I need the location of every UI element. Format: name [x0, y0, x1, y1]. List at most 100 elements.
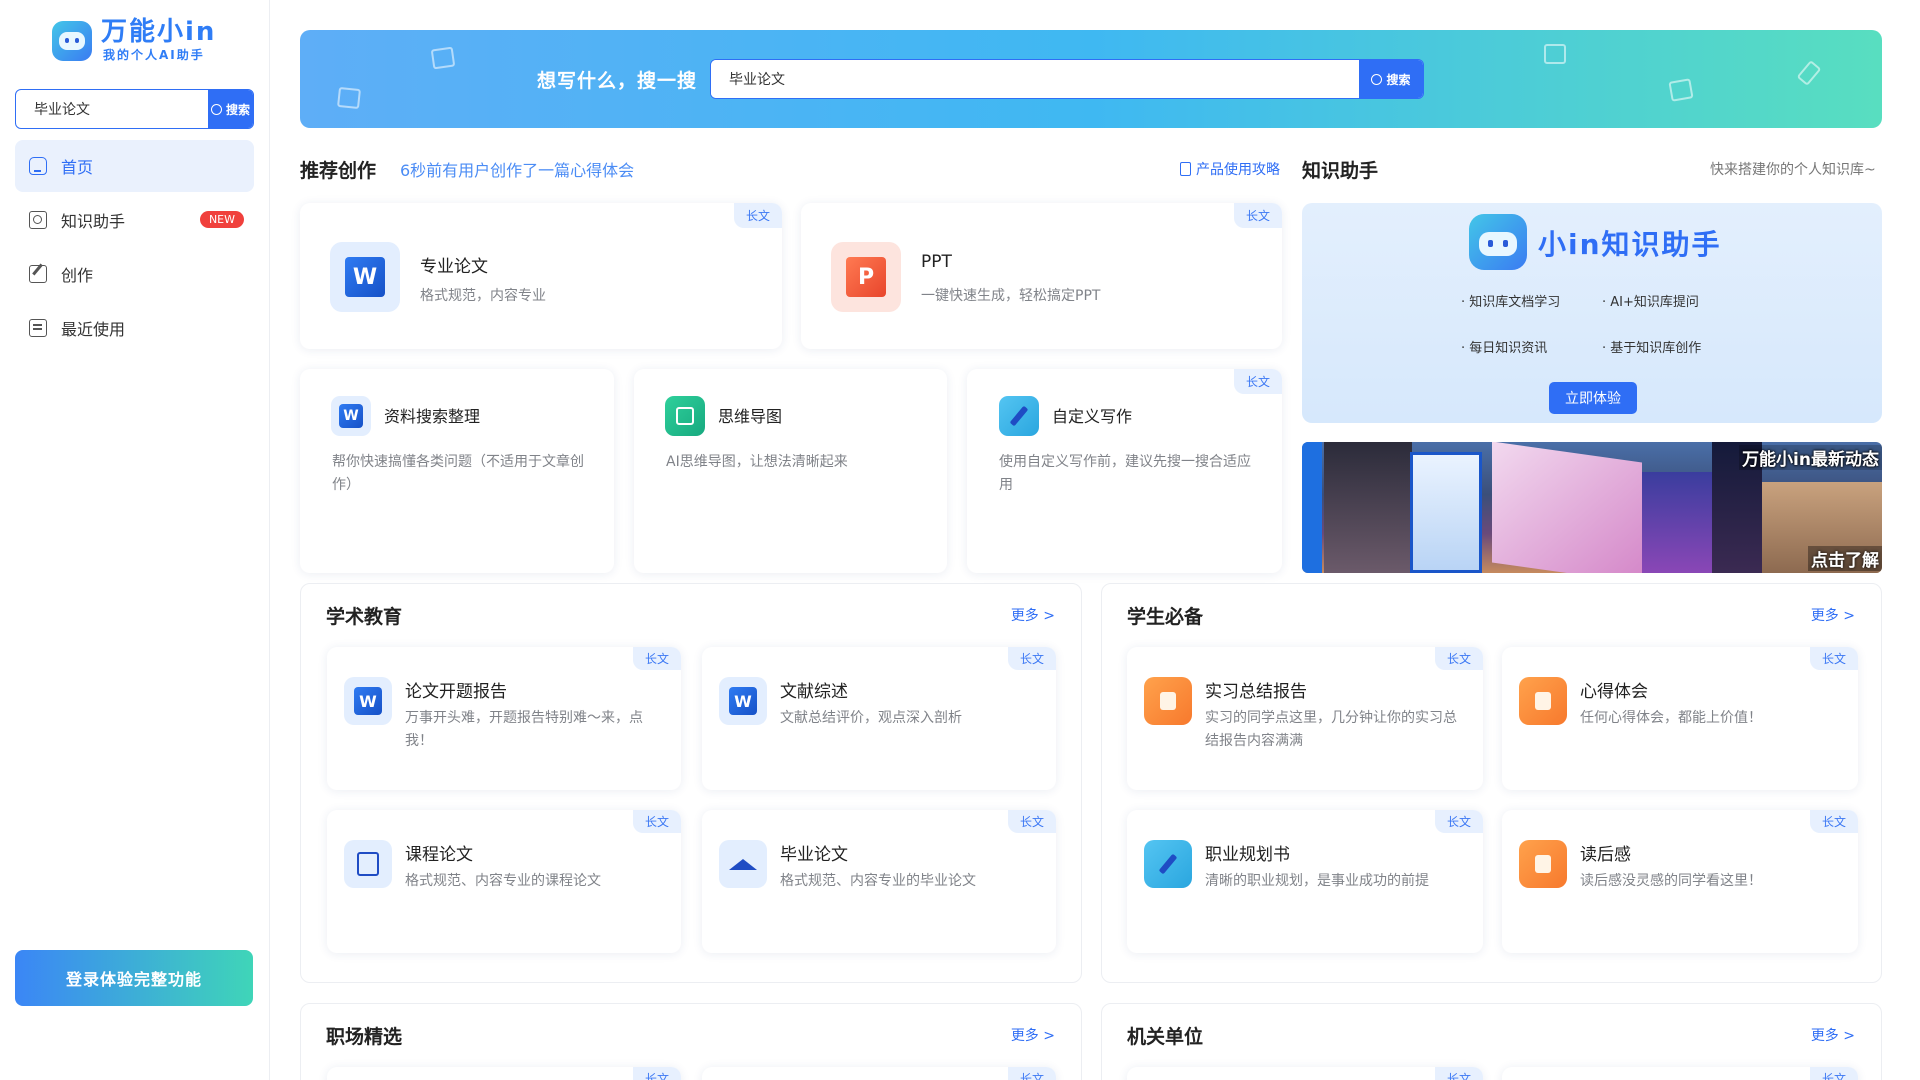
card-partial[interactable]: 长文: [327, 1067, 681, 1080]
more-link[interactable]: 更多 >: [1811, 605, 1855, 625]
long-text-tag: 长文: [1809, 1067, 1858, 1080]
card-literature-review[interactable]: 长文 W 文献综述 文献总结评价，观点深入剖析: [702, 647, 1056, 790]
card-desc: 万事开头难，开题报告特别难～来，点我！: [405, 710, 643, 749]
long-text-tag: 长文: [1007, 647, 1056, 670]
product-guide-link[interactable]: 产品使用攻略: [1180, 159, 1280, 179]
nav-item-home[interactable]: 首页: [15, 140, 254, 192]
card-mindmap[interactable]: 思维导图 AI思维导图，让想法清晰起来: [634, 369, 947, 573]
graduation-cap-icon: [719, 840, 767, 888]
card-desc: 一键快速生成，轻松搞定PPT: [921, 288, 1101, 304]
card-research[interactable]: W 资料搜索整理 帮你快速搞懂各类问题（不适用于文章创作）: [300, 369, 614, 573]
card-partial[interactable]: 长文: [1502, 1067, 1858, 1080]
card-title: 自定义写作: [1052, 407, 1133, 426]
card-graduation-paper[interactable]: 长文 毕业论文 格式规范、内容专业的毕业论文: [702, 810, 1056, 953]
card-partial[interactable]: 长文: [702, 1067, 1056, 1080]
sidebar-search-input[interactable]: [16, 90, 208, 128]
login-button[interactable]: 登录体验完整功能: [15, 950, 253, 1006]
card-title: 实习总结报告: [1205, 682, 1307, 702]
long-text-tag: 长文: [1233, 369, 1282, 394]
search-icon: [1371, 73, 1383, 85]
nav-item-recent[interactable]: 最近使用: [15, 302, 254, 354]
card-book-review[interactable]: 长文 读后感 读后感没灵感的同学看这里！: [1502, 810, 1858, 953]
more-link[interactable]: 更多 >: [1011, 605, 1055, 625]
feature-item: · AI+知识库提问: [1602, 295, 1699, 310]
photo-caption-click: 点击了解: [1808, 546, 1882, 571]
panel-title: 学生必备: [1127, 606, 1204, 628]
recent-activity-note[interactable]: 6秒前有用户创作了一篇心得体会: [400, 157, 634, 181]
card-internship-report[interactable]: 长文 实习总结报告 实习的同学点这里，几分钟让你的实习总结报告内容满满: [1127, 647, 1483, 790]
long-text-tag: 长文: [1233, 203, 1282, 228]
banner-search-input[interactable]: [711, 60, 1359, 98]
card-desc: 任何心得体会，都能上价值！: [1580, 710, 1762, 726]
app-logo[interactable]: 万能小in 我的个人AI助手: [52, 18, 216, 63]
word-icon: W: [719, 677, 767, 725]
recommend-title: 推荐创作: [300, 160, 377, 182]
card-title: 论文开题报告: [405, 682, 507, 702]
edit-icon: [29, 265, 47, 283]
card-ppt[interactable]: 长文 P PPT 一键快速生成，轻松搞定PPT: [801, 203, 1282, 349]
card-title: PPT: [921, 252, 952, 272]
long-text-tag: 长文: [1007, 1067, 1056, 1080]
panel-workplace: 职场精选 更多 > 长文 长文: [300, 1003, 1082, 1080]
new-badge: NEW: [199, 211, 244, 228]
card-title: 心得体会: [1580, 682, 1648, 702]
knowledge-note: 快来搭建你的个人知识库~: [1710, 162, 1876, 178]
knowledge-assistant-panel[interactable]: 小in知识助手 · 知识库文档学习 · AI+知识库提问 · 每日知识资讯 · …: [1302, 203, 1882, 423]
card-custom-writing[interactable]: 长文 自定义写作 使用自定义写作前，建议先搜一搜合适应用: [967, 369, 1282, 573]
word-icon: W: [330, 242, 400, 312]
card-title: 读后感: [1580, 845, 1631, 865]
card-desc: 实习的同学点这里，几分钟让你的实习总结报告内容满满: [1205, 710, 1457, 749]
pen-icon: [999, 396, 1039, 436]
billboard-shape: [1410, 452, 1482, 573]
nav-item-create[interactable]: 创作: [15, 248, 254, 300]
ppt-icon: P: [831, 242, 901, 312]
card-title: 文献综述: [780, 682, 848, 702]
long-text-tag: 长文: [1434, 810, 1483, 833]
product-guide-label: 产品使用攻略: [1196, 162, 1280, 178]
card-desc: 使用自定义写作前，建议先搜一搜合适应用: [999, 454, 1251, 493]
card-proposal[interactable]: 长文 W 论文开题报告 万事开头难，开题报告特别难～来，点我！: [327, 647, 681, 790]
card-desc: 读后感没灵感的同学看这里！: [1580, 873, 1762, 889]
try-now-button[interactable]: 立即体验: [1549, 382, 1637, 414]
long-text-tag: 长文: [632, 810, 681, 833]
recent-icon: [29, 319, 47, 337]
panel-title: 机关单位: [1127, 1026, 1204, 1048]
logo-subtitle: 我的个人AI助手: [103, 48, 205, 62]
long-text-tag: 长文: [1809, 647, 1858, 670]
long-text-tag: 长文: [632, 1067, 681, 1080]
report-icon: [1519, 677, 1567, 725]
card-desc: 格式规范、内容专业的课程论文: [405, 873, 601, 889]
knowledge-icon: [29, 211, 47, 229]
nav-item-knowledge[interactable]: 知识助手 NEW: [15, 194, 254, 246]
photo-caption: 万能小in最新动态: [1739, 445, 1882, 470]
card-reflection[interactable]: 长文 心得体会 任何心得体会，都能上价值！: [1502, 647, 1858, 790]
banner-search-button-label: 搜索: [1386, 72, 1411, 87]
panel-academic: 学术教育 更多 > 长文 W 论文开题报告 万事开头难，开题报告特别难～来，点我…: [300, 583, 1082, 983]
sidebar-search-button[interactable]: 搜索: [208, 90, 253, 128]
sidebar-search-button-label: 搜索: [225, 102, 250, 117]
word-icon: W: [344, 677, 392, 725]
doc-decor-icon: [337, 86, 361, 110]
feature-item: · 基于知识库创作: [1602, 341, 1702, 356]
card-desc: 格式规范，内容专业: [420, 288, 546, 304]
more-link[interactable]: 更多 >: [1011, 1025, 1055, 1045]
nav-item-label: 首页: [61, 158, 94, 177]
nav-item-label: 知识助手: [61, 212, 126, 231]
long-text-tag: 长文: [632, 647, 681, 670]
knowledge-title: 知识助手: [1302, 160, 1379, 182]
banner-label: 想写什么，搜一搜: [537, 70, 698, 92]
card-course-paper[interactable]: 长文 课程论文 格式规范、内容专业的课程论文: [327, 810, 681, 953]
card-title: 职业规划书: [1205, 845, 1290, 865]
more-link[interactable]: 更多 >: [1811, 1025, 1855, 1045]
panel-title: 职场精选: [326, 1026, 403, 1048]
mindmap-icon: [665, 396, 705, 436]
banner-search-button[interactable]: 搜索: [1359, 60, 1423, 98]
card-career-plan[interactable]: 长文 职业规划书 清晰的职业规划，是事业成功的前提: [1127, 810, 1483, 953]
panel-title: 学术教育: [326, 606, 403, 628]
robot-icon: [1469, 214, 1527, 270]
card-title: 课程论文: [405, 845, 473, 865]
card-professional-paper[interactable]: 长文 W 专业论文 格式规范，内容专业: [300, 203, 782, 349]
card-partial[interactable]: 长文: [1127, 1067, 1483, 1080]
news-photo-banner[interactable]: 万能小in最新动态 点击了解: [1302, 442, 1882, 573]
long-text-tag: 长文: [733, 203, 782, 228]
